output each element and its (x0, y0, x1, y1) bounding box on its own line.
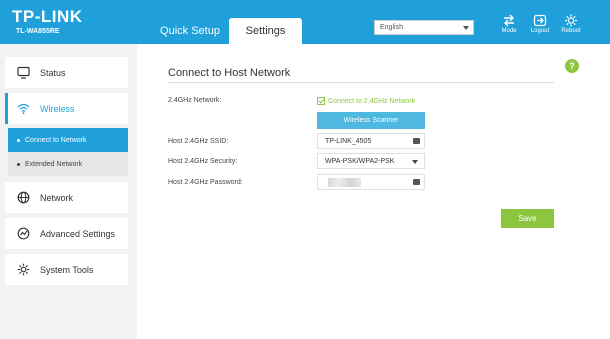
password-masked-value (328, 178, 361, 187)
sidebar-subitem-extended-network[interactable]: Extended Network (8, 152, 128, 176)
sidebar-item-status[interactable]: Status (5, 57, 128, 88)
gear-icon (16, 263, 30, 277)
sidebar-item-wireless[interactable]: Wireless (5, 93, 128, 124)
sidebar-subitem-connect-to-network[interactable]: Connect to Network (8, 128, 128, 152)
chevron-down-icon (463, 26, 469, 30)
sidebar-item-network[interactable]: Network (5, 182, 128, 213)
sidebar: Status Wireless Connect to Network Exten… (0, 44, 137, 339)
security-select-value: WPA-PSK/WPA2-PSK (325, 158, 395, 165)
security-select[interactable]: WPA-PSK/WPA2-PSK (317, 153, 425, 169)
mode-button-label: Mode (501, 28, 517, 34)
sidebar-item-label: Network (40, 192, 74, 203)
chevron-down-icon (412, 160, 418, 164)
connect-24ghz-checkbox[interactable]: Connect to 2.4GHz Network (317, 97, 415, 105)
advanced-settings-icon (16, 227, 30, 241)
reboot-gear-icon (565, 14, 577, 27)
sidebar-item-label: Wireless (40, 103, 75, 114)
logout-icon (533, 14, 547, 27)
sidebar-subitem-label: Extended Network (25, 160, 83, 168)
tab-settings[interactable]: Settings (229, 18, 302, 44)
tab-quick-setup[interactable]: Quick Setup (152, 18, 228, 44)
sidebar-item-advanced-settings[interactable]: Advanced Settings (5, 218, 128, 249)
language-select-value: English (380, 24, 403, 31)
reboot-button-label: Reboot (561, 28, 581, 34)
title-divider (168, 82, 554, 83)
sidebar-item-system-tools[interactable]: System Tools (5, 254, 128, 285)
model-name: TL-WA855RE (16, 28, 60, 35)
save-button[interactable]: Save (501, 209, 554, 228)
status-monitor-icon (16, 66, 30, 80)
wifi-icon (16, 102, 30, 116)
sidebar-item-label: Status (40, 67, 66, 78)
keyboard-icon (413, 179, 420, 185)
password-field[interactable] (317, 174, 425, 190)
tp-link-logo: TP-LINK (12, 7, 83, 26)
top-header: TP-LINK TL-WA855RE Quick Setup Settings … (0, 0, 610, 44)
bullet-icon (17, 138, 20, 142)
checkbox-checked-icon (317, 97, 325, 105)
page-title: Connect to Host Network (168, 67, 291, 79)
logout-button[interactable]: Logout (527, 14, 553, 34)
sidebar-subitem-label: Connect to Network (25, 136, 87, 144)
ssid-field-value: TP-LINK_4505 (325, 138, 372, 145)
bullet-icon (17, 162, 20, 166)
wireless-scanner-button[interactable]: Wireless Scanner (317, 112, 425, 129)
language-select[interactable]: English (374, 20, 474, 35)
reboot-button[interactable]: Reboot (558, 14, 584, 34)
help-icon[interactable]: ? (565, 59, 579, 73)
connect-24ghz-checkbox-label: Connect to 2.4GHz Network (328, 97, 416, 105)
network-label: 2.4GHz Network: (168, 97, 222, 104)
ssid-label: Host 2.4GHz SSID: (168, 138, 229, 145)
ssid-field[interactable]: TP-LINK_4505 (317, 133, 425, 149)
password-label: Host 2.4GHz Password: (168, 179, 243, 186)
security-label: Host 2.4GHz Security: (168, 158, 238, 165)
mode-button[interactable]: Mode (496, 14, 522, 34)
mode-swap-icon (504, 14, 514, 27)
globe-icon (16, 191, 30, 205)
sidebar-item-label: Advanced Settings (40, 228, 116, 239)
main-content: Connect to Host Network ? 2.4GHz Network… (137, 44, 610, 339)
keyboard-icon (413, 138, 420, 144)
sidebar-item-label: System Tools (40, 264, 94, 275)
logout-button-label: Logout (530, 28, 550, 34)
